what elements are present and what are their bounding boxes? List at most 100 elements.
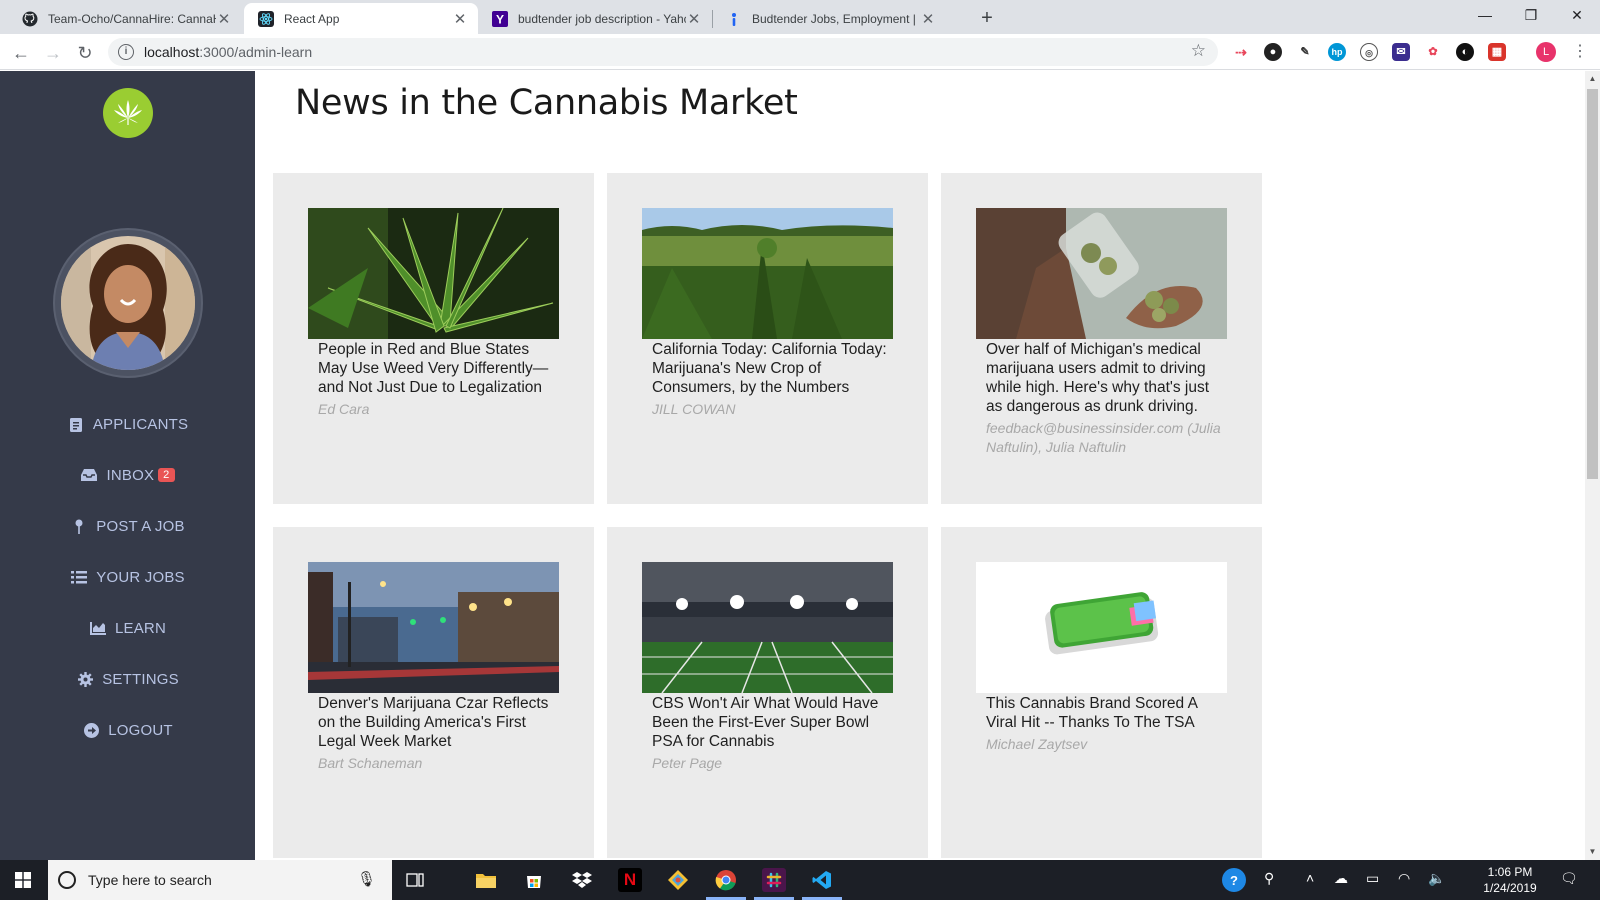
user-avatar[interactable] xyxy=(61,236,195,370)
news-thumbnail[interactable] xyxy=(976,562,1227,693)
minimize-window-button[interactable]: — xyxy=(1462,0,1508,30)
new-tab-button[interactable]: + xyxy=(975,6,999,30)
sidebar-item-label: INBOX xyxy=(106,466,155,484)
profile-avatar-ring[interactable] xyxy=(53,228,203,378)
url-text[interactable]: localhost:3000/admin-learn xyxy=(144,44,312,60)
sidebar-item-applicants[interactable]: APPLICANTS xyxy=(0,412,255,436)
news-card[interactable]: This Cannabis Brand Scored A Viral Hit -… xyxy=(941,527,1262,858)
sidebar-item-learn[interactable]: LEARN xyxy=(0,616,255,640)
news-card[interactable]: People in Red and Blue States May Use We… xyxy=(273,173,594,504)
reload-icon[interactable]: ↻ xyxy=(72,40,98,66)
microsoft-store-icon[interactable] xyxy=(522,868,546,892)
close-window-button[interactable]: ✕ xyxy=(1554,0,1600,30)
restore-window-button[interactable]: ❐ xyxy=(1508,0,1554,30)
sidebar-item-your-jobs[interactable]: YOUR JOBS xyxy=(0,565,255,589)
news-thumbnail[interactable] xyxy=(308,562,559,693)
gear-icon xyxy=(76,671,94,687)
news-thumbnail[interactable] xyxy=(642,562,893,693)
news-title[interactable]: This Cannabis Brand Scored A Viral Hit -… xyxy=(986,694,1226,732)
extension-icon[interactable]: ◐ xyxy=(1456,43,1474,61)
news-title[interactable]: California Today: California Today: Mari… xyxy=(652,340,892,397)
scrollbar-thumb[interactable] xyxy=(1587,89,1598,479)
news-card[interactable]: CBS Won't Air What Would Have Been the F… xyxy=(607,527,928,858)
windows-start-button[interactable] xyxy=(0,860,46,900)
cannabis-leaf-photo xyxy=(308,208,559,339)
browser-toolbar: ← → ↻ i localhost:3000/admin-learn ☆ ⇢ ●… xyxy=(0,34,1600,70)
news-card[interactable]: Denver's Marijuana Czar Reflects on the … xyxy=(273,527,594,858)
indeed-icon xyxy=(726,11,742,27)
dropbox-icon[interactable] xyxy=(570,868,594,892)
browser-tab-yahoo[interactable]: Y budtender job description - Yahc ✕ xyxy=(478,3,712,34)
slack-icon[interactable] xyxy=(762,868,786,892)
people-icon[interactable]: ⚲ xyxy=(1264,870,1274,887)
help-icon[interactable]: ? xyxy=(1222,868,1246,892)
news-title[interactable]: People in Red and Blue States May Use We… xyxy=(318,340,558,397)
file-explorer-icon[interactable] xyxy=(474,868,498,892)
close-tab-icon[interactable]: ✕ xyxy=(686,10,702,28)
extension-icon[interactable]: ▦ xyxy=(1488,43,1506,61)
cannabis-field-photo xyxy=(642,208,893,339)
show-hidden-icons-chevron-icon[interactable]: ˄ xyxy=(1306,870,1314,886)
profile-avatar[interactable]: L xyxy=(1536,42,1556,62)
extension-icon[interactable]: ⇢ xyxy=(1232,43,1250,61)
extension-icon[interactable]: ● xyxy=(1264,43,1282,61)
news-thumbnail[interactable] xyxy=(976,208,1227,339)
extension-pen-icon[interactable]: ✎ xyxy=(1296,43,1314,61)
browser-tab-indeed[interactable]: Budtender Jobs, Employment | In ✕ xyxy=(712,3,946,34)
news-author: feedback@businessinsider.com (Julia Naft… xyxy=(986,420,1221,455)
cannahire-logo[interactable] xyxy=(103,88,153,138)
extension-mail-icon[interactable]: ✉ xyxy=(1392,43,1410,61)
forward-arrow-icon[interactable]: → xyxy=(40,40,66,66)
close-tab-icon[interactable]: ✕ xyxy=(452,10,468,28)
news-title[interactable]: Denver's Marijuana Czar Reflects on the … xyxy=(318,694,558,751)
url-host: localhost xyxy=(144,44,200,60)
vscode-icon[interactable] xyxy=(810,868,834,892)
news-thumbnail[interactable] xyxy=(308,208,559,339)
back-arrow-icon[interactable]: ← xyxy=(8,40,34,66)
battery-icon[interactable]: ▭ xyxy=(1366,870,1379,887)
volume-icon[interactable]: 🔈 xyxy=(1428,870,1445,887)
chrome-icon[interactable] xyxy=(714,868,738,892)
scroll-down-arrow-icon[interactable]: ▼ xyxy=(1585,844,1600,860)
wifi-icon[interactable]: ◠ xyxy=(1398,870,1410,887)
extension-icon[interactable]: ✿ xyxy=(1424,43,1442,61)
bookmark-star-icon[interactable]: ☆ xyxy=(1191,41,1206,61)
sidebar-item-label: LOGOUT xyxy=(108,721,173,739)
system-clock[interactable]: 1:06 PM 1/24/2019 xyxy=(1470,864,1550,896)
pin-icon xyxy=(70,518,88,534)
close-tab-icon[interactable]: ✕ xyxy=(920,10,936,28)
news-title[interactable]: Over half of Michigan's medical marijuan… xyxy=(986,340,1226,416)
scroll-up-arrow-icon[interactable]: ▲ xyxy=(1585,71,1600,87)
netflix-icon[interactable]: N xyxy=(618,868,642,892)
site-info-icon[interactable]: i xyxy=(118,44,134,60)
hp-extension-icon[interactable]: hp xyxy=(1328,43,1346,61)
news-thumbnail[interactable] xyxy=(642,208,893,339)
onedrive-cloud-icon[interactable]: ☁ xyxy=(1334,870,1348,887)
browser-tab-strip: Team-Ocho/CannaHire: CannaHi ✕ React App… xyxy=(0,0,1600,34)
browser-menu-icon[interactable]: ⋮ xyxy=(1572,41,1588,61)
task-view-icon[interactable] xyxy=(403,868,427,892)
github-icon xyxy=(22,11,38,27)
sidebar-item-inbox[interactable]: INBOX 2 xyxy=(0,463,255,487)
action-center-icon[interactable]: 🗨 xyxy=(1560,870,1578,887)
address-bar[interactable]: i localhost:3000/admin-learn ☆ xyxy=(108,38,1218,66)
news-title[interactable]: CBS Won't Air What Would Have Been the F… xyxy=(652,694,892,751)
clock-date: 1/24/2019 xyxy=(1483,881,1537,895)
close-tab-icon[interactable]: ✕ xyxy=(216,10,232,28)
browser-tab-github[interactable]: Team-Ocho/CannaHire: CannaHi ✕ xyxy=(8,3,242,34)
sidebar-item-logout[interactable]: LOGOUT xyxy=(0,718,255,742)
git-kraken-icon[interactable] xyxy=(666,868,690,892)
sidebar-item-settings[interactable]: SETTINGS xyxy=(0,667,255,691)
news-card[interactable]: California Today: California Today: Mari… xyxy=(607,173,928,504)
browser-tab-react-app[interactable]: React App ✕ xyxy=(244,3,478,34)
page-scrollbar[interactable]: ▲ ▼ xyxy=(1585,71,1600,860)
sidebar-item-post-a-job[interactable]: POST A JOB xyxy=(0,514,255,538)
extension-icon[interactable]: ◎ xyxy=(1360,43,1378,61)
football-stadium-photo xyxy=(642,562,893,693)
taskbar-search-box[interactable]: Type here to search 🎙 xyxy=(48,860,392,900)
microphone-icon[interactable]: 🎙 xyxy=(357,870,376,888)
news-card[interactable]: Over half of Michigan's medical marijuan… xyxy=(941,173,1262,504)
clock-time: 1:06 PM xyxy=(1487,865,1533,879)
sidebar-item-label: LEARN xyxy=(114,619,167,637)
inbox-icon xyxy=(80,467,98,483)
